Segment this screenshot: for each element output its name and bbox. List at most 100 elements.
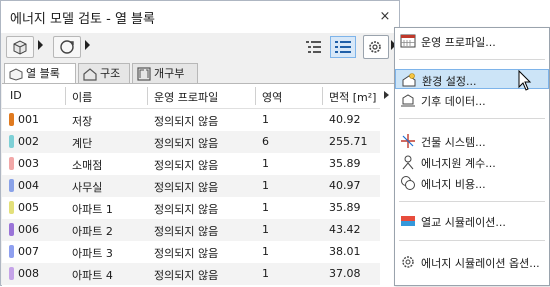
details-view-icon: [335, 41, 351, 53]
menu-item-label: 건물 시스템...: [421, 136, 486, 149]
list-view-icon: [306, 41, 321, 53]
settings-dropdown-menu: 운영 프로파일... 환경 설정... 기후 데이터... 건물 시스템... …: [394, 27, 550, 286]
cell-area: 43.42: [329, 223, 361, 236]
cube-icon: [13, 40, 27, 55]
refresh-dropdown-arrow[interactable]: [85, 40, 90, 50]
menu-item-energy-source-factors[interactable]: 에너지원 계수...: [395, 152, 549, 172]
table-row[interactable]: 003 소매점 정의되지 않음 1 35.89: [2, 153, 380, 175]
column-divider[interactable]: [147, 87, 148, 105]
cell-profile: 정의되지 않음: [154, 203, 219, 216]
column-divider[interactable]: [255, 87, 256, 105]
cell-profile: 정의되지 않음: [154, 137, 219, 150]
cell-name: 계단: [72, 137, 93, 150]
cell-area: 35.89: [329, 157, 361, 170]
refresh-icon: [60, 40, 74, 54]
cell-zone: 1: [262, 267, 269, 280]
menu-item-label: 에너지원 계수...: [421, 157, 496, 170]
close-button[interactable]: ×: [375, 7, 395, 27]
block-color-swatch: [9, 135, 14, 148]
scroll-right-arrow[interactable]: [384, 91, 389, 99]
cell-name: 사무실: [72, 181, 103, 194]
climate-data-icon: [401, 94, 415, 107]
menu-separator: [399, 201, 545, 202]
cell-profile: 정의되지 않음: [154, 269, 219, 282]
table-header: ID 이름 운영 프로파일 영역 면적 [m²]: [2, 84, 380, 109]
cell-id: 004: [18, 179, 39, 192]
block-color-swatch: [9, 179, 14, 192]
cell-profile: 정의되지 않음: [154, 181, 219, 194]
title-bar: 에너지 모델 검토 - 열 블록 ×: [1, 1, 399, 33]
cell-zone: 1: [262, 157, 269, 170]
menu-item-label: 에너지 비용...: [421, 178, 486, 191]
table-row[interactable]: 004 사무실 정의되지 않음 1 40.97: [2, 175, 380, 197]
energy-source-factors-icon: [402, 155, 414, 170]
cell-name: 소매점: [72, 159, 103, 172]
thermal-bridge-icon: [401, 216, 415, 226]
cell-area: 35.89: [329, 201, 361, 214]
cell-name: 아파트 4: [72, 269, 113, 282]
refresh-button[interactable]: [53, 36, 81, 58]
model-view-button[interactable]: [6, 36, 34, 58]
header-name[interactable]: 이름: [72, 89, 92, 105]
list-view-button[interactable]: [301, 36, 327, 58]
menu-item-simulation-options[interactable]: 에너지 시뮬레이션 옵션...: [395, 252, 549, 272]
header-id[interactable]: ID: [10, 89, 22, 102]
opening-icon: [137, 67, 151, 81]
cell-zone: 1: [262, 223, 269, 236]
cell-name: 저장: [72, 115, 93, 128]
cell-id: 003: [18, 157, 39, 170]
table-row[interactable]: 007 아파트 3 정의되지 않음 1 38.01: [2, 241, 380, 263]
column-divider[interactable]: [65, 87, 66, 105]
header-profile[interactable]: 운영 프로파일: [154, 89, 218, 105]
menu-item-thermal-bridge-simulation[interactable]: 열교 시뮬레이션...: [395, 211, 549, 231]
tab-label: 개구부: [154, 67, 185, 80]
table-row[interactable]: 006 아파트 2 정의되지 않음 1 43.42: [2, 219, 380, 241]
cell-zone: 1: [262, 245, 269, 258]
menu-item-energy-costs[interactable]: 에너지 비용...: [395, 173, 549, 193]
tab-openings[interactable]: 개구부: [132, 63, 198, 83]
cell-id: 001: [18, 113, 39, 126]
tab-thermal-blocks[interactable]: 열 블록: [4, 63, 76, 84]
table-row[interactable]: 001 저장 정의되지 않음 1 40.92: [2, 109, 380, 131]
thermal-block-icon: [9, 68, 23, 81]
block-color-swatch: [9, 113, 14, 126]
structure-icon: [83, 68, 97, 81]
table-row[interactable]: 005 아파트 1 정의되지 않음 1 35.89: [2, 197, 380, 219]
window-title: 에너지 모델 검토 - 열 블록: [10, 12, 155, 27]
block-color-swatch: [9, 223, 14, 236]
cell-id: 005: [18, 201, 39, 214]
tab-label: 열 블록: [26, 67, 60, 80]
block-color-swatch: [9, 245, 14, 258]
settings-menu-button[interactable]: [363, 35, 389, 59]
table-row[interactable]: 002 계단 정의되지 않음 6 255.71: [2, 131, 380, 153]
column-divider[interactable]: [322, 87, 323, 105]
cell-profile: 정의되지 않음: [154, 225, 219, 238]
menu-item-operation-profiles[interactable]: 운영 프로파일...: [395, 31, 549, 51]
details-view-button[interactable]: [330, 36, 356, 58]
cell-profile: 정의되지 않음: [154, 159, 219, 172]
model-view-dropdown-arrow[interactable]: [38, 40, 43, 50]
menu-item-climate-data[interactable]: 기후 데이터...: [395, 90, 549, 110]
header-area[interactable]: 면적 [m²]: [329, 89, 376, 105]
menu-item-label: 에너지 시뮬레이션 옵션...: [421, 257, 540, 270]
block-color-swatch: [9, 201, 14, 214]
cell-profile: 정의되지 않음: [154, 115, 219, 128]
cell-area: 255.71: [329, 135, 368, 148]
tab-strip: 열 블록 구조 개구부: [1, 63, 399, 84]
cell-name: 아파트 1: [72, 203, 113, 216]
header-zone[interactable]: 영역: [262, 89, 282, 105]
table-row[interactable]: 008 아파트 4 정의되지 않음 1 37.08: [2, 263, 380, 285]
cell-zone: 1: [262, 113, 269, 126]
cell-area: 40.92: [329, 113, 361, 126]
simulation-options-icon: [402, 256, 414, 268]
cell-zone: 1: [262, 179, 269, 192]
block-color-swatch: [9, 267, 14, 280]
cell-profile: 정의되지 않음: [154, 247, 219, 260]
cell-area: 38.01: [329, 245, 361, 258]
menu-item-building-systems[interactable]: 건물 시스템...: [395, 131, 549, 151]
menu-separator: [399, 59, 545, 60]
menu-separator: [399, 118, 545, 119]
energy-model-review-window: 에너지 모델 검토 - 열 블록 × 열 블록 구조 개구부 ID 이름 운영 …: [0, 0, 400, 287]
tab-structures[interactable]: 구조: [78, 63, 130, 83]
cell-area: 37.08: [329, 267, 361, 280]
